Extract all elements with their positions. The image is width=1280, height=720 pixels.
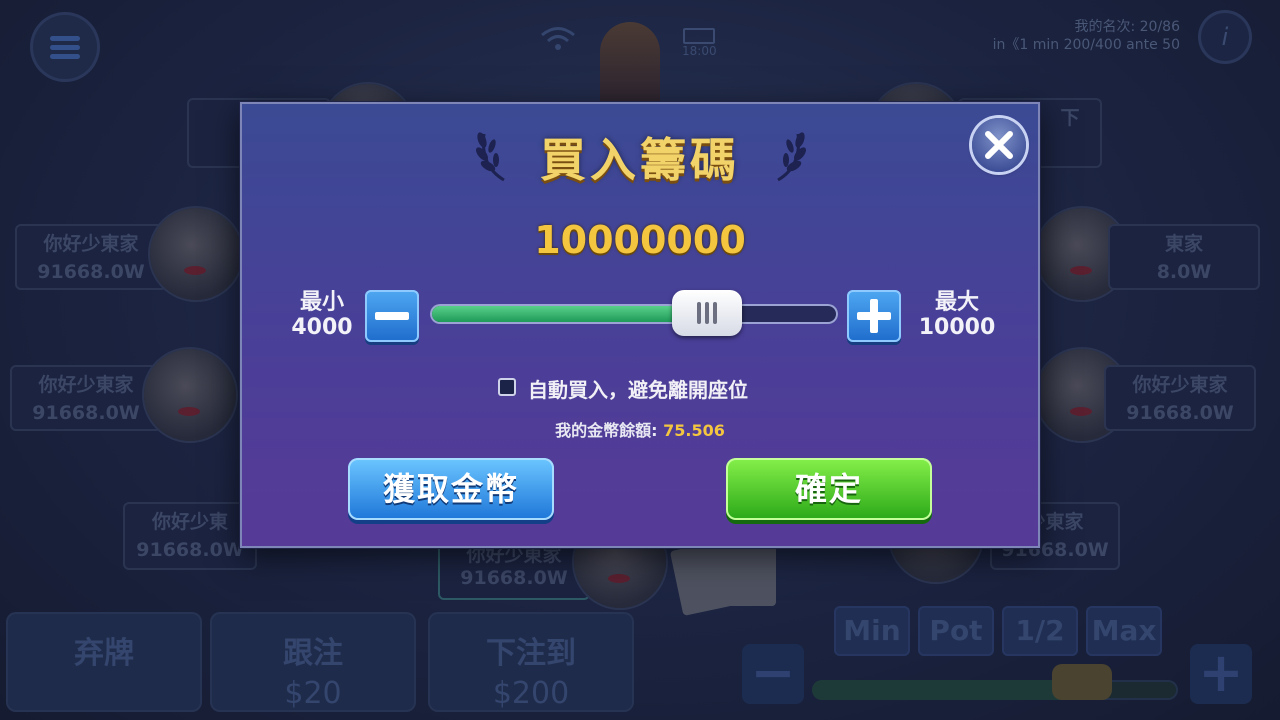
seat-4-self[interactable]: 你好少東家 91668.0W (438, 540, 590, 600)
seat-name: 東家 (1164, 233, 1203, 255)
confirm-button[interactable]: 確定 (726, 458, 932, 520)
laurel-icon (777, 132, 806, 182)
close-icon (985, 131, 1013, 159)
decrease-button[interactable] (365, 290, 419, 342)
bet-plus-button[interactable]: + (1190, 644, 1252, 704)
info-button[interactable]: i (1198, 10, 1252, 64)
bet-slider[interactable] (812, 680, 1178, 700)
buy-in-slider[interactable] (430, 304, 838, 324)
seat-name: 你好少東家 (466, 544, 562, 566)
menu-button[interactable] (30, 12, 100, 82)
min-value: 4000 (291, 315, 353, 340)
quick-bet-pot[interactable]: Pot (918, 606, 994, 656)
call-button[interactable]: 跟注 $20 (210, 612, 416, 712)
min-block: 最小 4000 (282, 290, 362, 340)
auto-buy-label[interactable]: 自動買入，避免離開座位 (528, 374, 748, 403)
seat-chips: 8.0W (1156, 261, 1212, 283)
rank-text: 我的名次: 20/86 (1074, 19, 1180, 35)
balance-value: 75.506 (663, 421, 725, 440)
max-label: 最大 (934, 290, 979, 315)
get-coins-button[interactable]: 獲取金幣 (348, 458, 554, 520)
dialog-title: 買入籌碼 (540, 133, 740, 187)
bet-amount: $200 (492, 676, 570, 711)
quick-bet-max[interactable]: Max (1086, 606, 1162, 656)
seat-chips: 91668.0W (1126, 402, 1234, 424)
max-block: 最大 10000 (912, 290, 1002, 340)
dealer-avatar (600, 22, 660, 112)
info-icon: i (1221, 23, 1229, 51)
fold-label: 弃牌 (74, 636, 134, 671)
min-label: 最小 (299, 290, 344, 315)
avatar[interactable] (150, 208, 242, 300)
rank-info: 我的名次: 20/86 in《1 min 200/400 ante 50 (993, 18, 1180, 54)
seat-6[interactable]: 東家 8.0W (1108, 224, 1260, 290)
seat-name: 你好少東家 (1132, 374, 1228, 396)
seat-2[interactable]: 你好少東家 91668.0W (10, 365, 162, 431)
buy-in-amount: 10000000 (534, 218, 746, 262)
plus-icon: + (1198, 641, 1244, 704)
seat-7[interactable]: 你好少東家 91668.0W (1104, 365, 1256, 431)
seat-name: 你好少東家 (43, 233, 139, 255)
quick-bet-half[interactable]: 1/2 (1002, 606, 1078, 656)
seat-chips: 91668.0W (460, 567, 568, 589)
slider-fill (432, 306, 706, 322)
seat-1[interactable]: 你好少東家 91668.0W (15, 224, 167, 290)
bet-minus-button[interactable]: − (742, 644, 804, 704)
minus-icon: − (750, 641, 796, 704)
call-amount: $20 (284, 676, 342, 711)
bet-button[interactable]: 下注到 $200 (428, 612, 634, 712)
buy-in-dialog: 買入籌碼 10000000 最小 4000 最大 10000 自動買入，避免離開… (240, 102, 1040, 548)
seat-chips: 91668.0W (32, 402, 140, 424)
blinds-text: in《1 min 200/400 ante 50 (992, 37, 1180, 53)
quick-bet-min[interactable]: Min (834, 606, 910, 656)
bet-label: 下注到 (486, 636, 576, 671)
hole-cards (669, 538, 776, 616)
seat-3[interactable]: 你好少東 91668.0W (123, 502, 257, 570)
seat-chips: 91668.0W (136, 539, 244, 561)
balance-label: 我的金幣餘額: (555, 421, 658, 440)
fold-button[interactable]: 弃牌 (6, 612, 202, 712)
seat-name: 你好少東家 (38, 374, 134, 396)
slider-thumb[interactable] (672, 290, 743, 336)
seat-name: 你好少東 (151, 511, 228, 533)
bet-slider-thumb[interactable] (1052, 664, 1112, 700)
seat-chips: 91668.0W (37, 261, 145, 283)
wifi-icon (540, 26, 576, 59)
battery-icon (683, 28, 715, 44)
card (712, 540, 776, 606)
close-button[interactable] (972, 118, 1026, 172)
clock-time: 18:00 (682, 44, 717, 58)
auto-buy-checkbox[interactable] (498, 378, 516, 396)
increase-button[interactable] (847, 290, 901, 342)
max-value: 10000 (918, 315, 996, 340)
avatar[interactable] (144, 349, 236, 441)
call-label: 跟注 (283, 636, 343, 671)
coin-balance: 我的金幣餘額: 75.506 (242, 417, 1038, 441)
